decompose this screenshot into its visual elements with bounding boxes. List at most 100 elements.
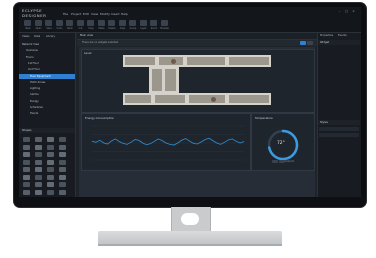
shape-palette-item[interactable] xyxy=(35,167,42,172)
shape-palette-item[interactable] xyxy=(59,137,66,142)
tab-library[interactable]: Library xyxy=(46,35,55,40)
chart-point xyxy=(216,142,218,144)
grid-toggle-button[interactable] xyxy=(300,41,306,45)
redo-icon[interactable] xyxy=(66,20,73,26)
tree-item[interactable]: Lighting xyxy=(19,86,75,91)
menu-project[interactable]: Project xyxy=(71,12,81,16)
delete-icon[interactable] xyxy=(108,20,115,26)
shape-palette-item[interactable] xyxy=(23,152,30,157)
shape-palette-item[interactable] xyxy=(35,152,42,157)
cut-icon[interactable] xyxy=(76,20,84,26)
shape-palette-item[interactable] xyxy=(59,174,66,180)
shape-palette-item[interactable] xyxy=(47,174,54,180)
shape-palette-item[interactable] xyxy=(59,182,66,187)
chart-point xyxy=(239,142,241,144)
shape-palette-item[interactable] xyxy=(59,189,66,195)
menu-insert[interactable]: Insert xyxy=(111,12,120,16)
tree-item-label: HVAC Zones xyxy=(30,80,46,84)
menu-modify[interactable]: Modify xyxy=(100,12,110,16)
tab-events[interactable]: Events xyxy=(338,34,347,37)
chart-point xyxy=(173,144,175,146)
properties-section-widget[interactable]: Widget xyxy=(318,40,360,45)
shape-palette-item[interactable] xyxy=(23,144,30,150)
chart-point xyxy=(212,140,214,141)
style-property-row[interactable] xyxy=(319,133,359,137)
shape-palette-item[interactable] xyxy=(59,167,66,172)
shape-palette-item[interactable] xyxy=(47,182,54,187)
shape-palette-item[interactable] xyxy=(35,189,42,195)
shape-palette-item[interactable] xyxy=(47,144,54,150)
snap-toggle-button[interactable] xyxy=(307,41,313,45)
shape-palette-item[interactable] xyxy=(23,174,30,180)
chart-point xyxy=(99,139,101,141)
tree-item[interactable]: Floors xyxy=(19,55,75,60)
shape-palette-item[interactable] xyxy=(23,189,30,195)
energy-chart xyxy=(91,125,245,161)
shape-palette-item[interactable] xyxy=(23,167,30,172)
new-file-icon[interactable] xyxy=(24,20,31,26)
temperature-title: Temperature xyxy=(255,116,273,120)
minimize-icon[interactable]: – xyxy=(337,9,342,13)
menu-file[interactable]: File xyxy=(63,12,68,16)
setpoint-up-button[interactable] xyxy=(279,160,285,163)
maximize-icon[interactable]: □ xyxy=(344,9,349,13)
chart-point xyxy=(208,137,210,139)
tree-item[interactable]: Alarms xyxy=(19,92,75,97)
shape-palette-item[interactable] xyxy=(23,159,30,165)
shape-palette-item[interactable] xyxy=(23,182,30,187)
tree-item[interactable]: Trends xyxy=(19,111,75,116)
setpoint-down-button[interactable] xyxy=(272,160,278,163)
tree-item[interactable]: Overview xyxy=(19,48,75,53)
zoom-icon[interactable] xyxy=(150,20,157,26)
shape-palette-item[interactable] xyxy=(23,137,30,142)
tab-data[interactable]: Data xyxy=(34,35,40,40)
shape-palette-item[interactable] xyxy=(35,159,42,165)
shape-palette-item[interactable] xyxy=(59,144,66,150)
chart-point xyxy=(130,142,132,143)
section-widget-label: Widget xyxy=(320,41,330,44)
shape-palette-item[interactable] xyxy=(47,137,54,142)
shape-palette-item[interactable] xyxy=(47,152,54,157)
shape-palette-item[interactable] xyxy=(47,189,54,195)
tree-item[interactable]: Energy xyxy=(19,99,75,104)
layer-icon[interactable] xyxy=(139,20,147,26)
shape-palette-item[interactable] xyxy=(35,137,42,142)
open-folder-icon[interactable] xyxy=(34,20,42,26)
energy-series-line xyxy=(91,137,245,146)
style-property-row[interactable] xyxy=(319,127,359,131)
tree-item[interactable]: 1st Floor xyxy=(19,61,75,66)
menu-view[interactable]: View xyxy=(91,12,98,16)
shapes-header[interactable]: Shapes xyxy=(19,128,75,133)
shape-palette-item[interactable] xyxy=(59,152,66,157)
floorplan[interactable] xyxy=(123,55,271,107)
chart-point xyxy=(146,144,147,145)
chart-point xyxy=(138,139,140,141)
properties-section-styles[interactable]: Styles xyxy=(318,120,360,125)
tab-main-view[interactable]: Main view xyxy=(80,34,93,37)
tree-item[interactable]: Floor Equipment xyxy=(19,73,75,79)
menu-help[interactable]: Help xyxy=(121,12,128,16)
copy-icon[interactable] xyxy=(87,20,94,26)
undo-icon[interactable] xyxy=(55,20,63,26)
tree-item-label: Overview xyxy=(26,49,38,53)
preview-icon[interactable] xyxy=(160,20,168,26)
close-icon[interactable]: × xyxy=(351,9,356,13)
shape-palette-item[interactable] xyxy=(59,159,66,165)
shape-palette-item[interactable] xyxy=(47,159,54,165)
group-icon[interactable] xyxy=(129,20,136,26)
tree-item[interactable]: HVAC Zones xyxy=(19,80,75,85)
tree-item[interactable]: Network View xyxy=(19,42,75,47)
align-icon[interactable] xyxy=(118,20,126,26)
tree-item[interactable]: Schedules xyxy=(19,105,75,110)
shape-palette-item[interactable] xyxy=(35,144,42,150)
shape-palette-item[interactable] xyxy=(47,167,54,172)
tree-item[interactable]: 2nd Floor xyxy=(19,67,75,72)
shape-palette-item[interactable] xyxy=(35,174,42,180)
view-tab-bar: Main view xyxy=(77,33,317,40)
menu-edit[interactable]: Edit xyxy=(83,12,89,16)
shape-palette-item[interactable] xyxy=(35,182,42,187)
tab-views[interactable]: Views xyxy=(22,35,30,40)
save-icon[interactable] xyxy=(45,20,52,26)
paste-icon[interactable] xyxy=(97,20,105,26)
tab-properties[interactable]: Properties xyxy=(320,34,333,37)
